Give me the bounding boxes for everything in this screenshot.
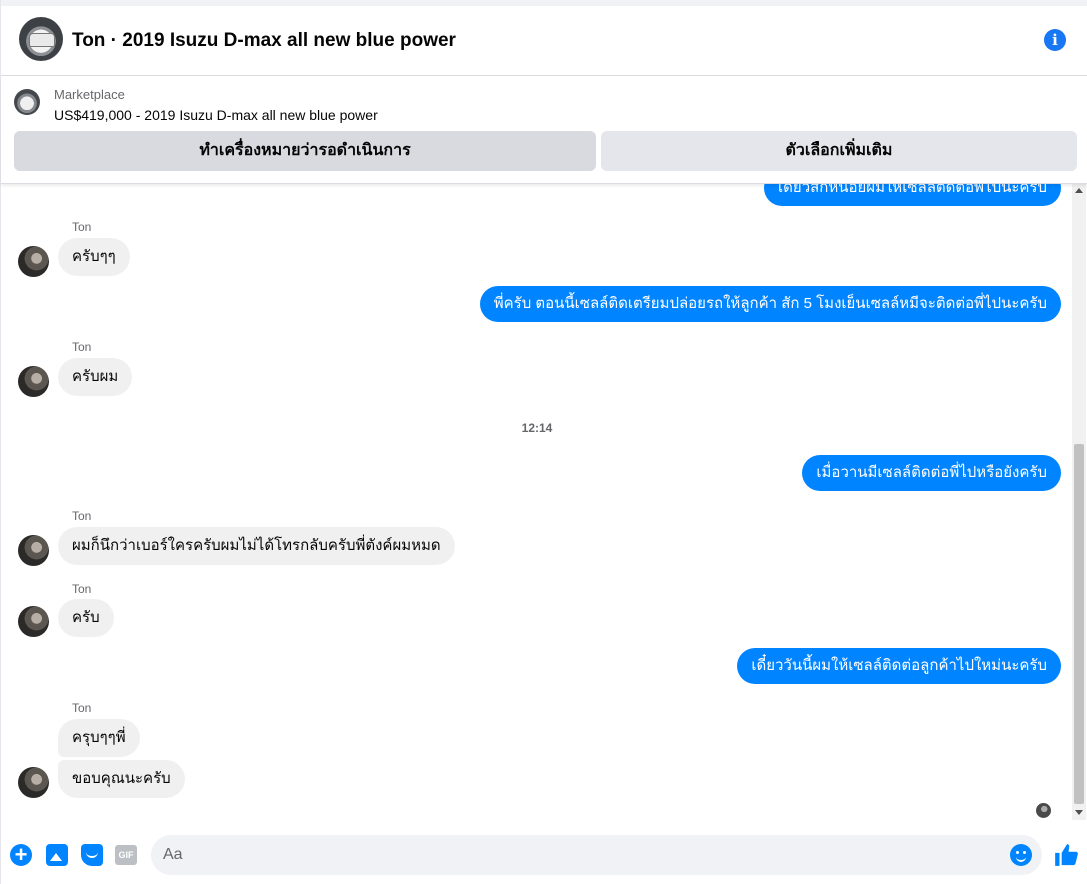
avatar[interactable] [18,246,49,277]
timestamp: 12:14 [521,421,553,435]
sender-name: Ton [72,701,92,715]
sticker-icon[interactable] [81,844,103,866]
incoming-message[interactable]: ครับๆๆ [58,238,130,276]
thumbs-up-icon[interactable] [1053,842,1079,868]
marketplace-listing-bar: Marketplace US$419,000 - 2019 Isuzu D-ma… [1,76,1087,184]
emoji-icon[interactable] [1010,844,1032,866]
sender-name: Ton [72,509,92,523]
chat-header: Ton · 2019 Isuzu D-max all new blue powe… [1,0,1087,76]
messenger-window: Ton · 2019 Isuzu D-max all new blue powe… [0,0,1087,884]
conversation-avatar[interactable] [19,17,63,61]
message-list: เดี๋ยวสักหน่อยผมให้เซลล์ติดต่อพี่ไปนะครั… [1,184,1087,820]
incoming-message[interactable]: ผมก็นึกว่าเบอร์ใครครับผมไม่ได้โทรกลับครั… [58,527,455,565]
photo-icon[interactable] [46,844,68,866]
sender-name: Ton [72,220,92,234]
conversation-title[interactable]: Ton · 2019 Isuzu D-max all new blue powe… [72,30,456,52]
outgoing-message[interactable]: พี่ครับ ตอนนี้เซลล์ติดเตรียมปล่อยรถให้ลู… [479,286,1061,322]
plus-icon[interactable]: + [10,844,32,866]
listing-title[interactable]: US$419,000 - 2019 Isuzu D-max all new bl… [54,107,378,123]
listing-thumbnail[interactable] [14,89,40,115]
scroll-up-arrow-icon[interactable] [1075,188,1083,193]
avatar[interactable] [18,767,49,798]
marketplace-label: Marketplace [54,87,125,102]
avatar[interactable] [18,535,49,566]
seen-indicator-avatar [1036,803,1051,818]
incoming-message[interactable]: ครับผม [58,358,133,396]
sender-name: Ton [72,340,92,354]
scroll-thumb[interactable] [1074,444,1084,804]
message-input[interactable] [163,835,1003,875]
incoming-message[interactable]: ขอบคุณนะครับ [58,760,185,798]
incoming-message[interactable]: ครุบๆๆพี่ [58,719,140,757]
scrollbar[interactable] [1072,184,1086,820]
avatar[interactable] [18,366,49,397]
outgoing-message[interactable]: เมื่อวานมีเซลล์ติดต่อพี่ไปหรือยังครับ [802,455,1061,491]
more-options-button[interactable]: ตัวเลือกเพิ่มเติม [601,131,1077,171]
outgoing-message[interactable]: เดี๋ยววันนี้ผมให้เซลล์ติดต่อลูกค้าไปใหม่… [737,648,1061,684]
incoming-message[interactable]: ครับ [58,599,114,637]
info-icon[interactable]: i [1044,29,1066,51]
avatar[interactable] [18,606,49,637]
gif-icon[interactable]: GIF [115,845,137,865]
scroll-down-arrow-icon[interactable] [1075,810,1083,815]
outgoing-message[interactable]: เดี๋ยวสักหน่อยผมให้เซลล์ติดต่อพี่ไปนะครั… [764,184,1061,206]
sender-name: Ton [72,582,92,596]
message-composer: + GIF [1,826,1087,884]
mark-pending-button[interactable]: ทำเครื่องหมายว่ารอดำเนินการ [14,131,596,171]
message-input-container[interactable] [151,835,1042,875]
